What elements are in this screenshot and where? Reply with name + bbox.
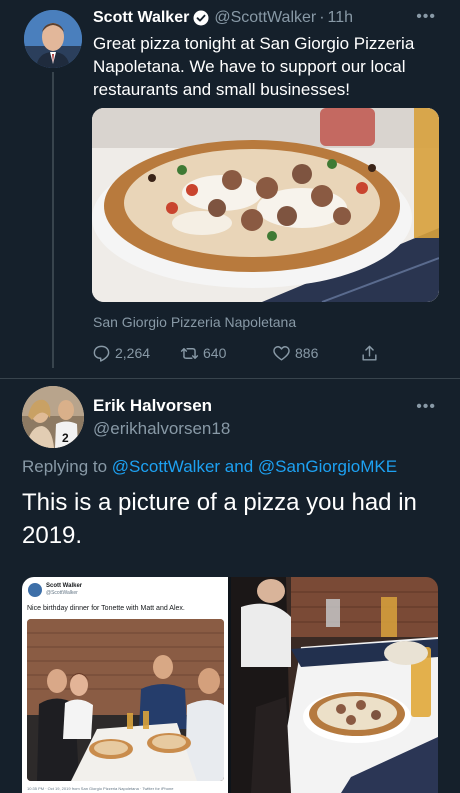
divider [0,378,460,379]
embedded-tweet-footer: 10:35 PM · Oct 19, 2019 from San Giorgio… [27,786,174,791]
more-horizontal-icon[interactable]: ••• [416,398,436,416]
more-horizontal-icon[interactable]: ••• [416,8,436,26]
mention-sangiorgio[interactable]: @SanGiorgioMKE [258,457,397,476]
pizza-photo[interactable] [92,108,439,302]
tweet-text: Great pizza tonight at San Giorgio Pizze… [93,34,415,99]
mention-and: and [224,457,254,476]
separator: · [319,9,325,26]
heart-icon [273,345,290,361]
like-button[interactable]: 886 [272,342,318,364]
tweet-header: Scott Walker @ScottWalker · 11h [93,8,353,28]
embedded-dinner-photo [27,619,224,781]
replying-prefix: Replying to [22,457,108,476]
svg-text:2: 2 [62,431,69,445]
verified-badge-icon [193,10,209,26]
reply-author-name[interactable]: Erik Halvorsen [93,396,212,416]
embedded-author-name: Scott Walker [46,583,83,589]
like-count: 886 [295,345,319,361]
embedded-tweet-text: Nice birthday dinner for Tonette with Ma… [27,605,185,612]
link-card-title[interactable]: San Giorgio Pizzeria Napoletana [93,314,296,330]
timestamp[interactable]: 11h [328,9,354,27]
replying-to: Replying to @ScottWalker and @SanGiorgio… [22,457,397,477]
reply-media[interactable]: Scott Walker @ScottWalker Nice birthday … [22,577,438,793]
avatar[interactable] [24,10,82,68]
author-name[interactable]: Scott Walker [93,9,189,27]
reply-button[interactable]: 2,264 [92,342,150,364]
retweet-count: 640 [203,345,227,361]
reply-author-handle[interactable]: @erikhalvorsen18 [93,419,230,439]
tweet-actions: 2,264 640 886 [92,342,392,364]
mention-scottwalker[interactable]: @ScottWalker [112,457,220,476]
reply-count: 2,264 [115,345,151,361]
embedded-author-handle: @ScottWalker [46,590,78,596]
embedded-tweet-screenshot[interactable]: Scott Walker @ScottWalker Nice birthday … [22,577,228,793]
embedded-avatar [28,583,42,597]
reply-icon [93,345,110,362]
thread-line [52,72,54,368]
restaurant-table-photo [231,577,438,793]
author-handle[interactable]: @ScottWalker [214,9,316,27]
original-tweet[interactable]: Scott Walker @ScottWalker · 11h ••• Grea… [0,0,460,378]
retweet-icon [180,347,199,359]
retweet-button[interactable]: 640 [180,342,226,364]
reply-text: This is a picture of a pizza you had in … [22,489,417,549]
share-button[interactable] [360,342,383,364]
share-icon [362,345,377,361]
reply-avatar[interactable]: 2 [22,386,84,448]
